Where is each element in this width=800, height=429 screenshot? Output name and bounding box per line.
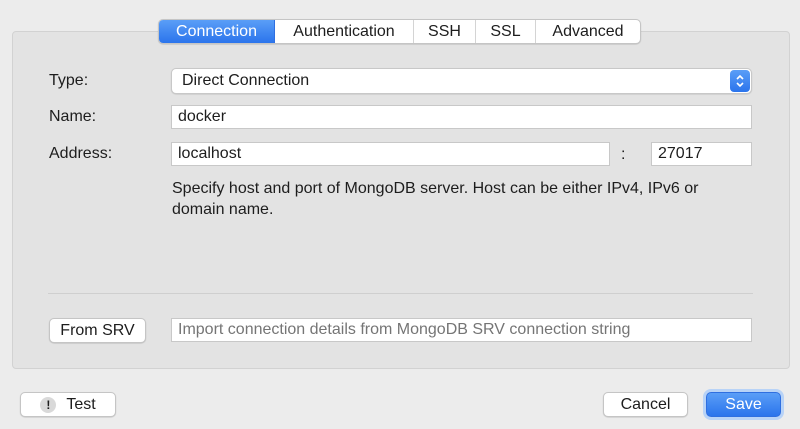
- port-input[interactable]: [651, 142, 752, 166]
- cancel-button[interactable]: Cancel: [603, 392, 688, 417]
- tab-advanced[interactable]: Advanced: [536, 20, 640, 43]
- name-input[interactable]: [171, 105, 752, 129]
- address-help-text: Specify host and port of MongoDB server.…: [172, 180, 699, 218]
- host-port-separator: :: [621, 146, 626, 163]
- type-select[interactable]: Direct Connection: [171, 68, 752, 94]
- from-srv-button[interactable]: From SRV: [49, 318, 146, 343]
- srv-connection-string-input[interactable]: [171, 318, 752, 342]
- save-button[interactable]: Save: [706, 392, 781, 417]
- test-button-label: Test: [66, 395, 96, 413]
- test-button[interactable]: ! Test: [20, 392, 116, 417]
- tab-ssh[interactable]: SSH: [414, 20, 476, 43]
- divider: [48, 293, 753, 294]
- type-select-value: Direct Connection: [182, 72, 310, 89]
- name-label: Name:: [49, 108, 97, 125]
- type-label: Type:: [49, 72, 89, 89]
- warning-icon: !: [40, 396, 57, 413]
- tab-connection[interactable]: Connection: [159, 20, 275, 43]
- address-label: Address:: [49, 145, 113, 162]
- tab-authentication[interactable]: Authentication: [275, 20, 414, 43]
- host-input[interactable]: [171, 142, 610, 166]
- chevron-up-down-icon: [730, 70, 750, 92]
- tab-ssl[interactable]: SSL: [476, 20, 536, 43]
- tab-bar: Connection Authentication SSH SSL Advanc…: [158, 19, 641, 44]
